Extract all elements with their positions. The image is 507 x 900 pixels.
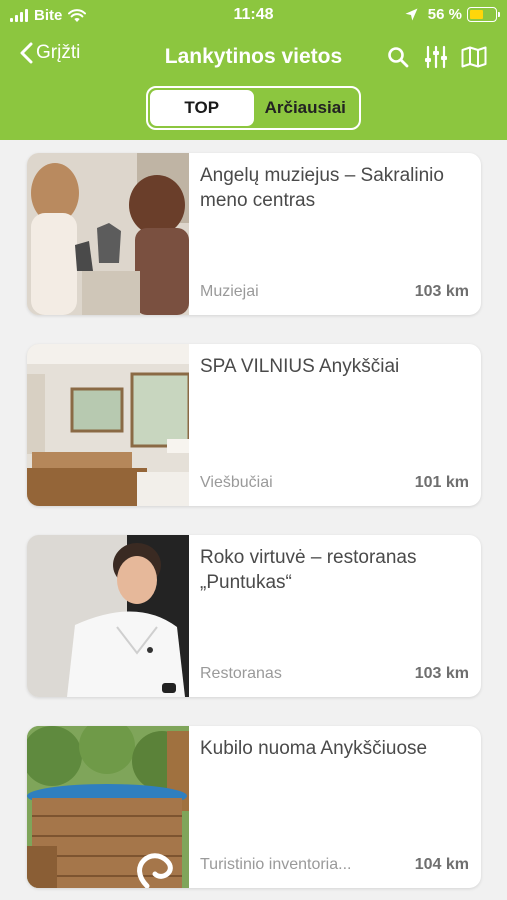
place-category: Turistinio inventoria... (200, 856, 352, 873)
search-icon[interactable] (385, 44, 411, 70)
map-icon[interactable] (461, 44, 487, 70)
place-title: Roko virtuvė – restoranas „Puntukas“ (200, 547, 417, 593)
place-category: Viešbučiai (200, 474, 273, 491)
card-body: Roko virtuvė – restoranas „Puntukas“ Res… (189, 535, 481, 697)
place-category: Muziejai (200, 283, 259, 300)
place-card[interactable]: Roko virtuvė – restoranas „Puntukas“ Res… (27, 535, 481, 697)
battery-percent: 56 % (427, 6, 462, 23)
places-list: Angelų muziejus – Sakralinio meno centra… (27, 153, 481, 900)
place-distance: 103 km (414, 283, 469, 300)
place-card[interactable]: Angelų muziejus – Sakralinio meno centra… (27, 153, 481, 315)
navigation-bar: Grįžti Lankytinos vietos (0, 40, 507, 76)
status-bar: Bite 11:48 56 % (0, 0, 507, 32)
place-photo (27, 344, 189, 506)
card-body: SPA VILNIUS Anykščiai Viešbučiai 101 km (189, 344, 481, 506)
nav-actions (385, 44, 487, 70)
tab-top[interactable]: TOP (150, 90, 254, 126)
place-distance: 104 km (414, 856, 469, 873)
place-distance: 101 km (414, 474, 469, 491)
back-button[interactable]: Grįžti (20, 42, 80, 64)
location-arrow-icon (405, 8, 418, 21)
place-title: Kubilo nuoma Anykščiuose (200, 738, 428, 759)
status-right: 56 % (405, 6, 500, 23)
tab-nearest[interactable]: Arčiausiai (254, 90, 358, 126)
place-photo (27, 726, 189, 888)
filter-sliders-icon[interactable] (423, 44, 449, 70)
place-photo (27, 153, 189, 315)
battery-level-fill (470, 10, 483, 19)
place-photo (27, 535, 189, 697)
place-distance: 103 km (414, 665, 469, 682)
place-card[interactable]: SPA VILNIUS Anykščiai Viešbučiai 101 km (27, 344, 481, 506)
place-card[interactable]: Kubilo nuoma Anykščiuose Turistinio inve… (27, 726, 481, 888)
card-body: Kubilo nuoma Anykščiuose Turistinio inve… (189, 726, 481, 888)
battery-icon (467, 7, 500, 22)
place-title: Angelų muziejus – Sakralinio meno centra… (200, 165, 444, 211)
segmented-control: TOP Arčiausiai (146, 86, 361, 130)
chevron-left-icon (20, 42, 33, 64)
back-label: Grįžti (36, 42, 81, 63)
battery-tip (498, 12, 500, 17)
app-header: Bite 11:48 56 % Grįžti Lankytinos vietos… (0, 0, 507, 140)
card-body: Angelų muziejus – Sakralinio meno centra… (189, 153, 481, 315)
place-title: SPA VILNIUS Anykščiai (200, 356, 400, 377)
place-category: Restoranas (200, 665, 282, 682)
